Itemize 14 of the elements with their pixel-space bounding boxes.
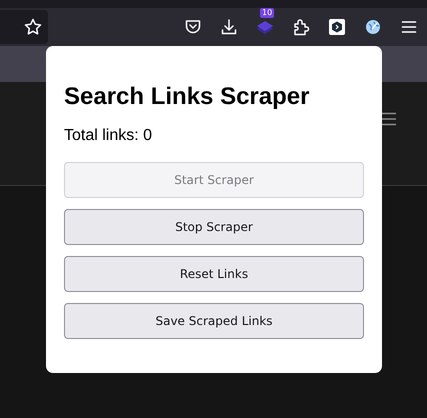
globe-icon bbox=[365, 19, 381, 35]
layers-icon bbox=[256, 20, 274, 34]
page-menu-icon[interactable] bbox=[379, 112, 397, 126]
action-button[interactable]: Stop Scraper bbox=[64, 209, 364, 245]
star-icon bbox=[24, 18, 42, 36]
download-icon bbox=[220, 18, 238, 36]
total-links-text: Total links: 0 bbox=[64, 126, 154, 146]
notification-badge: 10 bbox=[260, 8, 274, 18]
action-button[interactable]: Reset Links bbox=[64, 256, 364, 292]
popup-title: Search Links Scraper bbox=[64, 82, 310, 112]
puzzle-icon bbox=[292, 18, 310, 36]
action-button[interactable]: Save Scraped Links bbox=[64, 303, 364, 339]
pocket-icon bbox=[184, 18, 202, 36]
app-logo-icon bbox=[329, 19, 345, 35]
